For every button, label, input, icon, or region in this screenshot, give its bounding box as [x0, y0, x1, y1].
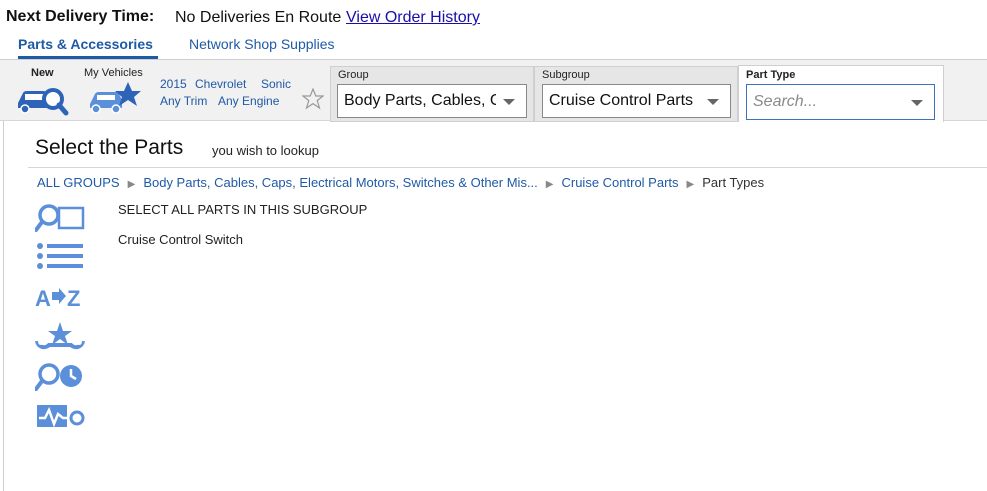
subgroup-select[interactable]: Cruise Control Parts	[542, 84, 731, 118]
labor-time-icon[interactable]	[35, 361, 85, 393]
title-divider	[28, 167, 987, 168]
vehicle-trim[interactable]: Any Trim	[160, 94, 207, 108]
my-vehicles-icon[interactable]	[88, 80, 142, 116]
part-type-label: Part Type	[746, 69, 796, 81]
svg-text:A: A	[35, 286, 51, 311]
breadcrumb-group[interactable]: Body Parts, Cables, Caps, Electrical Mot…	[143, 175, 537, 190]
part-lookup-icon[interactable]	[35, 202, 85, 234]
new-vehicle-label: New	[31, 67, 54, 79]
favorite-star-icon[interactable]	[302, 88, 324, 110]
breadcrumb-all-groups[interactable]: ALL GROUPS	[37, 175, 120, 190]
breadcrumb: ALL GROUPS ▶ Body Parts, Cables, Caps, Ele…	[37, 175, 764, 190]
diagnostics-icon[interactable]	[35, 402, 85, 434]
main-tabs: Parts & Accessories Network Shop Supplie…	[0, 32, 987, 60]
part-type-search-input[interactable]	[753, 93, 903, 111]
page-title: Select the Parts	[35, 136, 184, 159]
breadcrumb-separator-icon: ▶	[127, 179, 136, 190]
delivery-bar: Next Delivery Time: No Deliveries En Rou…	[0, 0, 987, 32]
breadcrumb-separator-icon: ▶	[686, 179, 695, 190]
select-all-parts-item[interactable]: SELECT ALL PARTS IN THIS SUBGROUP	[118, 202, 367, 217]
page-subtitle: you wish to lookup	[212, 143, 319, 158]
vehicle-year[interactable]: 2015	[160, 77, 187, 91]
vehicle-model[interactable]: Sonic	[261, 77, 291, 91]
list-view-icon[interactable]	[35, 241, 85, 273]
chevron-down-icon	[707, 99, 719, 105]
my-vehicles-label: My Vehicles	[84, 67, 143, 79]
popular-service-icon[interactable]	[35, 321, 85, 353]
active-tab-indicator	[18, 56, 158, 59]
subgroup-select-value: Cruise Control Parts	[549, 92, 694, 109]
breadcrumb-subgroup[interactable]: Cruise Control Parts	[561, 175, 678, 190]
new-vehicle-search-icon[interactable]	[15, 81, 69, 117]
chevron-down-icon	[503, 99, 515, 105]
subgroup-label: Subgroup	[542, 69, 590, 81]
svg-text:Z: Z	[67, 286, 80, 311]
group-select-value: Body Parts, Cables, Caps, Electrical Mot…	[344, 92, 496, 109]
vehicle-make[interactable]: Chevrolet	[195, 77, 246, 91]
breadcrumb-current: Part Types	[702, 175, 765, 190]
delivery-status: No Deliveries En Route	[175, 9, 342, 26]
tab-parts-accessories[interactable]: Parts & Accessories	[18, 36, 153, 52]
chevron-down-icon[interactable]	[911, 100, 923, 106]
group-label: Group	[338, 69, 369, 81]
part-type-search-box[interactable]	[746, 84, 935, 120]
tab-network-shop-supplies[interactable]: Network Shop Supplies	[189, 36, 335, 52]
a-to-z-icon[interactable]: A Z	[35, 282, 85, 314]
group-select[interactable]: Body Parts, Cables, Caps, Electrical Mot…	[337, 84, 527, 118]
breadcrumb-separator-icon: ▶	[545, 179, 554, 190]
view-order-history-link[interactable]: View Order History	[346, 9, 480, 27]
delivery-label: Next Delivery Time:	[6, 8, 155, 25]
list-item[interactable]: Cruise Control Switch	[118, 232, 243, 247]
vehicle-engine[interactable]: Any Engine	[218, 94, 279, 108]
